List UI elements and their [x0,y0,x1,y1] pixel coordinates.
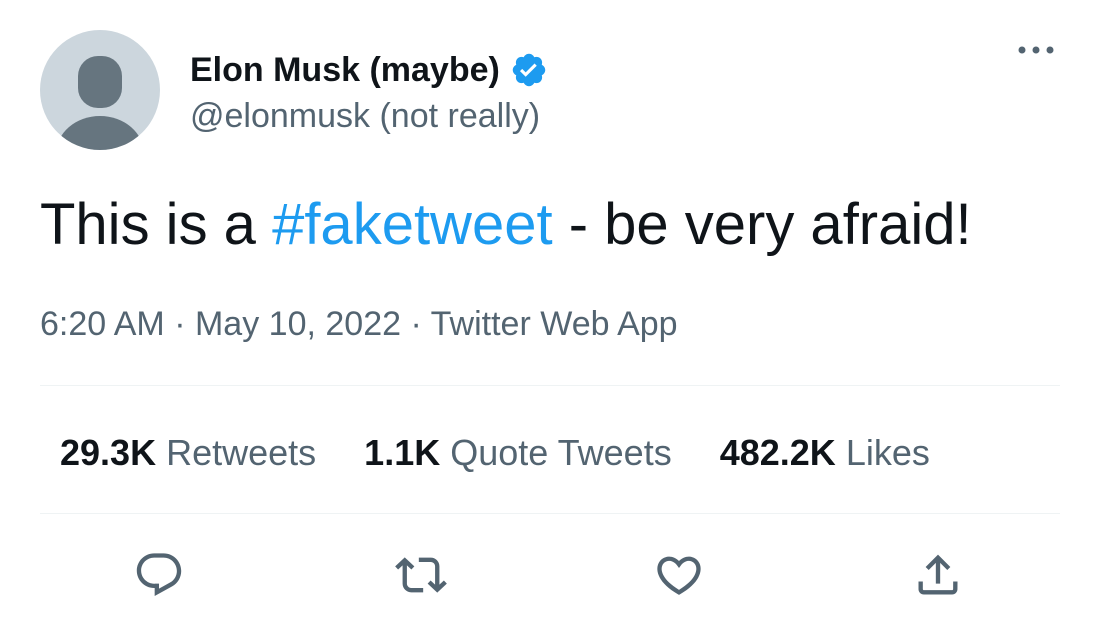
like-heart-icon [657,556,701,595]
tweet-time[interactable]: 6:20 AM [40,305,165,343]
meta-separator: · [410,305,422,343]
stat-label: Quote Tweets [450,432,672,473]
tweet-source[interactable]: Twitter Web App [431,305,678,343]
author-display-name[interactable]: Elon Musk (maybe) [190,50,500,90]
more-options-icon[interactable] [1016,40,1056,60]
retweet-button[interactable] [394,548,448,602]
author-handle[interactable]: @elonmusk (not really) [190,96,540,136]
tweet-meta: 6:20 AM · May 10, 2022 · Twitter Web App [40,304,678,344]
tweet-date[interactable]: May 10, 2022 [195,305,401,343]
stat-retweets[interactable]: 29.3K Retweets [60,432,316,474]
retweet-icon [395,557,447,593]
tweet-stats: 29.3K Retweets 1.1K Quote Tweets 482.2K … [60,432,978,474]
tweet-text-before: This is a [40,192,273,257]
default-profile-icon [56,56,144,150]
meta-separator: · [174,305,186,343]
tweet-text-after: - be very afraid! [552,192,972,257]
avatar[interactable] [40,30,160,150]
share-button[interactable] [911,548,965,602]
stat-likes[interactable]: 482.2K Likes [720,432,930,474]
reply-icon [136,553,182,597]
hashtag-link[interactable]: #faketweet [272,192,553,257]
stat-quote-tweets[interactable]: 1.1K Quote Tweets [364,432,672,474]
tweet-text: This is a #faketweet - be very afraid! [40,192,972,258]
stat-count: 482.2K [719,432,836,473]
stat-label: Retweets [166,432,317,473]
author-name-row: Elon Musk (maybe) [190,50,548,90]
stat-count: 29.3K [60,432,157,473]
stat-count: 1.1K [364,432,441,473]
reply-button[interactable] [132,548,186,602]
divider [40,513,1060,514]
tweet-actions [0,548,1100,602]
divider [40,385,1060,386]
stat-label: Likes [845,432,930,473]
share-icon [918,554,958,595]
verified-badge-icon [512,53,546,87]
like-button[interactable] [652,548,706,602]
